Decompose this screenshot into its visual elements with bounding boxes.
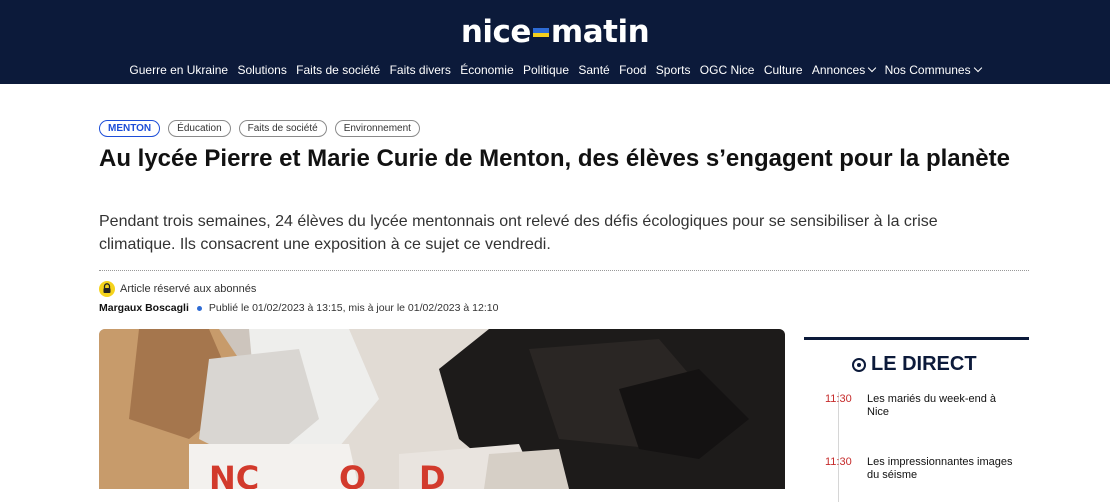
- site-header: nice matin Guerre en Ukraine Solutions Fa…: [0, 0, 1110, 84]
- live-title-label: LE DIRECT: [871, 353, 977, 375]
- logo-text-right: matin: [550, 14, 650, 50]
- live-item[interactable]: 11:30 Les impressionnantes images du séi…: [825, 456, 1017, 482]
- byline: Margaux Boscagli Publié le 01/02/2023 à …: [99, 302, 498, 314]
- nav-item-ogc-nice[interactable]: OGC Nice: [700, 63, 755, 77]
- article-tags: MENTON Éducation Faits de société Enviro…: [99, 120, 420, 137]
- tag-menton[interactable]: MENTON: [99, 120, 161, 137]
- live-target-icon: [852, 357, 866, 372]
- article-photo[interactable]: NC O D: [99, 329, 785, 489]
- svg-text:D: D: [419, 459, 446, 489]
- nav-item-sante[interactable]: Santé: [578, 63, 609, 77]
- tag-education[interactable]: Éducation: [168, 120, 231, 137]
- publish-date: Publié le 01/02/2023 à 13:15, mis à jour…: [208, 302, 499, 314]
- nav-item-faits-divers[interactable]: Faits divers: [390, 63, 451, 77]
- nav-item-faits-societe[interactable]: Faits de société: [296, 63, 380, 77]
- live-item[interactable]: 11:30 Les mariés du week-end à Nice: [825, 393, 1017, 419]
- nav-item-guerre-ukraine[interactable]: Guerre en Ukraine: [129, 63, 228, 77]
- nav-item-nos-communes[interactable]: Nos Communes: [884, 63, 982, 77]
- svg-text:NC: NC: [209, 459, 259, 489]
- site-logo[interactable]: nice matin: [0, 12, 1110, 52]
- nav-item-sports[interactable]: Sports: [656, 63, 691, 77]
- nav-item-economie[interactable]: Économie: [460, 63, 513, 77]
- nav-item-food[interactable]: Food: [619, 63, 646, 77]
- separator-dot-icon: [196, 305, 202, 311]
- premium-badge: Article réservé aux abonnés: [99, 281, 256, 297]
- nav-item-annonces[interactable]: Annonces: [811, 63, 877, 77]
- chevron-down-icon: [973, 63, 982, 73]
- nav-item-politique[interactable]: Politique: [523, 63, 569, 77]
- main-nav: Guerre en Ukraine Solutions Faits de soc…: [0, 63, 1110, 77]
- premium-label: Article réservé aux abonnés: [120, 283, 257, 295]
- live-title[interactable]: LE DIRECT: [852, 353, 977, 376]
- divider: [99, 270, 1029, 271]
- svg-text:O: O: [339, 459, 366, 489]
- ukraine-flag-icon: [532, 28, 549, 37]
- article-lead: Pendant trois semaines, 24 élèves du lyc…: [99, 213, 938, 253]
- live-item-text: Les impressionnantes images du séisme: [867, 456, 1013, 481]
- live-item-text: Les mariés du week-end à Nice: [867, 393, 997, 418]
- tag-environnement[interactable]: Environnement: [334, 120, 420, 137]
- live-item-time: 11:30: [825, 456, 852, 468]
- lock-icon: [99, 281, 115, 297]
- nav-item-culture[interactable]: Culture: [764, 63, 803, 77]
- logo-text-left: nice: [460, 14, 532, 50]
- chevron-down-icon: [867, 63, 877, 73]
- article-title: Au lycée Pierre et Marie Curie de Menton…: [99, 145, 1010, 172]
- author-name[interactable]: Margaux Boscagli: [99, 302, 189, 314]
- nav-item-solutions[interactable]: Solutions: [237, 63, 286, 77]
- live-sidebar: LE DIRECT 11:30 Les mariés du week-end à…: [804, 337, 1029, 502]
- tag-faits-societe[interactable]: Faits de société: [238, 120, 327, 137]
- nav-item-nos-communes-label: Nos Communes: [884, 63, 971, 77]
- nav-item-annonces-label: Annonces: [811, 63, 866, 77]
- live-item-time: 11:30: [825, 393, 852, 405]
- article-photo-image: NC O D: [99, 329, 785, 489]
